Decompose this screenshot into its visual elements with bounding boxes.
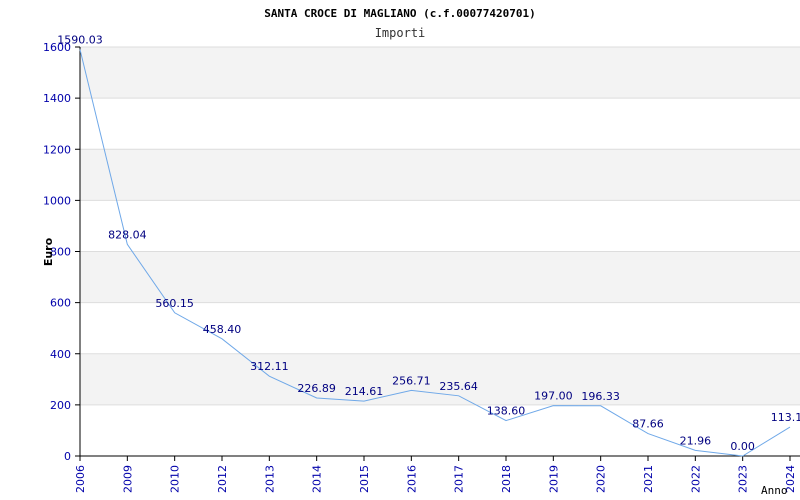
x-tick-label: 2018: [500, 465, 513, 493]
data-label: 87.66: [632, 418, 664, 431]
data-label: 312.11: [250, 360, 289, 373]
x-tick-label: 2022: [689, 465, 702, 493]
data-label: 138.60: [487, 405, 526, 418]
data-label: 21.96: [680, 434, 712, 447]
data-label: 1590.03: [57, 34, 103, 47]
x-tick-label: 2021: [642, 465, 655, 493]
y-tick-label: 400: [50, 348, 71, 361]
y-tick-label: 200: [50, 399, 71, 412]
x-tick-label: 2017: [453, 465, 466, 493]
data-label: 235.64: [439, 380, 478, 393]
y-tick-label: 1000: [43, 194, 71, 207]
x-axis-label: Anno: [761, 484, 788, 497]
x-tick-label: 2019: [547, 465, 560, 493]
x-tick-label: 2015: [358, 465, 371, 493]
data-label: 0.00: [730, 440, 755, 453]
y-tick-label: 1200: [43, 143, 71, 156]
data-label: 828.04: [108, 228, 147, 241]
plot-bands: [80, 47, 800, 405]
data-label: 256.71: [392, 374, 431, 387]
line-chart: 02004006008001000120014001600 2006 2009 20…: [42, 7, 800, 497]
data-label: 197.00: [534, 390, 573, 403]
x-tick-label: 2014: [311, 465, 324, 493]
x-tick-label: 2012: [216, 465, 229, 493]
data-label: 214.61: [345, 385, 384, 398]
y-axis-label: Euro: [42, 237, 55, 266]
x-tick-label: 2016: [405, 465, 418, 493]
x-tick-label: 2009: [121, 465, 134, 493]
chart-subtitle: Importi: [375, 26, 426, 40]
grid-band: [80, 47, 800, 99]
y-tick-label: 600: [50, 297, 71, 310]
data-label: 226.89: [297, 382, 336, 395]
y-tick-label: 1400: [43, 92, 71, 105]
grid-band: [80, 251, 800, 303]
data-label: 560.15: [155, 297, 194, 310]
x-tick-label: 2013: [263, 465, 276, 493]
data-label: 458.40: [203, 323, 242, 336]
y-tick-label: 0: [64, 450, 71, 463]
x-tick-label: 2010: [169, 465, 182, 493]
data-label: 196.33: [581, 390, 620, 403]
x-tick-label: 2020: [595, 465, 608, 493]
x-tick-labels: 2006 2009 2010 2012 2013 2014 2015 2016 2017 2018…: [74, 465, 797, 493]
chart-title: SANTA CROCE DI MAGLIANO (c.f.00077420701…: [264, 7, 536, 20]
grid-band: [80, 149, 800, 201]
data-label: 113.14: [771, 411, 800, 424]
x-tick-label: 2023: [737, 465, 750, 493]
x-tick-label: 2006: [74, 465, 87, 493]
